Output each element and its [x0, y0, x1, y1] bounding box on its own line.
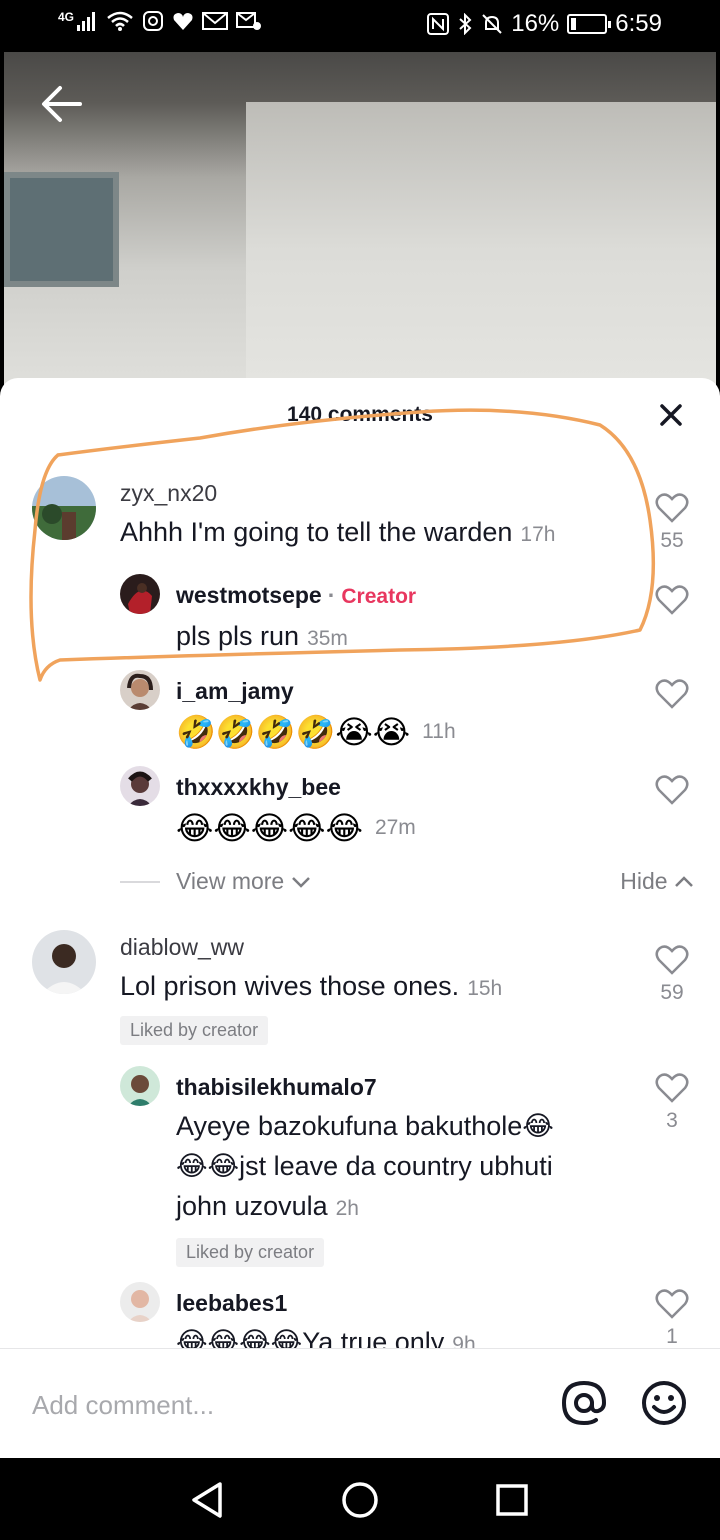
reply-username[interactable]: thxxxxkhy_bee	[176, 774, 341, 801]
like-count: 1	[666, 1325, 678, 1348]
clock: 6:59	[615, 10, 662, 37]
heart-icon	[655, 775, 689, 805]
reply-time: 9h	[452, 1333, 476, 1348]
avatar-i-am-jamy[interactable]	[120, 670, 160, 710]
reply-username[interactable]: i_am_jamy	[176, 678, 294, 705]
like-count: 59	[660, 981, 684, 1004]
heart-icon	[655, 1289, 689, 1319]
system-nav-bar	[0, 1458, 720, 1540]
reply-time: 35m	[307, 627, 348, 650]
wifi-icon	[107, 11, 133, 31]
recents-square-icon	[496, 1484, 528, 1516]
avatar-westmotsepe[interactable]	[120, 574, 160, 614]
avatar-thxxxxkhy-bee[interactable]	[120, 766, 160, 806]
heart-icon	[655, 585, 689, 615]
comment-text: Lol prison wives those ones. 15h	[120, 971, 503, 1001]
creator-badge: Creator	[341, 585, 417, 608]
mention-button[interactable]	[560, 1379, 608, 1427]
home-circle-icon	[342, 1482, 378, 1518]
battery-icon	[567, 14, 612, 34]
nav-recents-button[interactable]	[490, 1478, 534, 1522]
gmail-icon	[202, 12, 229, 30]
comments-sheet: 140 comments zyx_nx20 Ahhh I'm going to …	[0, 378, 720, 1458]
reply-like-button[interactable]	[649, 678, 695, 715]
reply-text: pls pls run 35m	[176, 621, 348, 651]
back-triangle-icon	[192, 1482, 222, 1518]
at-sign-icon	[561, 1380, 607, 1426]
hide-replies-button[interactable]: Hide	[620, 868, 694, 895]
avatar-zyx-nx20[interactable]	[32, 476, 96, 540]
emoji-button[interactable]	[640, 1379, 688, 1427]
signal-icon	[77, 12, 96, 31]
wall-vent	[4, 172, 119, 287]
reply-emoji-text: 😂😂😂😂😂 27m	[176, 810, 416, 846]
mail-settings-icon	[236, 12, 262, 30]
status-left-icons: 4G	[58, 10, 262, 32]
reply-text: Ayeye bazokufuna bakuthole😂 😂😂jst leave …	[176, 1111, 554, 1221]
avatar-leebabes1[interactable]	[120, 1282, 160, 1322]
comment-time: 17h	[520, 523, 556, 546]
reply-username[interactable]: thabisilekhumalo7	[176, 1074, 377, 1101]
status-bar: 4G 16% 6:59	[0, 0, 720, 52]
status-right-icons: 16% 6:59	[427, 10, 662, 38]
avatar-diablow-ww[interactable]	[32, 930, 96, 994]
reply-like-button[interactable]: 3	[649, 1072, 695, 1133]
chevron-down-icon	[291, 877, 310, 888]
view-more-replies-button[interactable]: View more	[176, 868, 311, 895]
liked-by-creator-badge: Liked by creator	[120, 1016, 269, 1045]
like-count: 3	[666, 1109, 678, 1132]
add-comment-input[interactable]	[32, 1385, 512, 1425]
back-button[interactable]	[40, 82, 90, 132]
chevron-up-icon	[675, 876, 693, 887]
comment-username[interactable]: zyx_nx20	[120, 480, 217, 507]
mute-bell-icon	[482, 14, 502, 34]
like-button[interactable]: 55	[649, 492, 695, 553]
reply-like-button[interactable]: 1	[649, 1288, 695, 1348]
reply-like-button[interactable]	[649, 584, 695, 621]
nfc-icon	[427, 13, 450, 35]
comment-input-bar	[0, 1348, 720, 1458]
view-more-divider	[120, 881, 160, 883]
comment-time: 15h	[467, 977, 503, 1000]
video-player[interactable]	[4, 52, 716, 412]
comment-text: Ahhh I'm going to tell the warden 17h	[120, 517, 556, 547]
avatar-thabisilekhumalo7[interactable]	[120, 1066, 160, 1106]
network-type: 4G	[58, 10, 75, 24]
heart-icon	[655, 493, 689, 523]
reply-emoji-text: 🤣🤣🤣🤣😭😭 11h	[176, 714, 456, 750]
heart-status-icon	[173, 13, 193, 30]
comments-list[interactable]: zyx_nx20 Ahhh I'm going to tell the ward…	[0, 378, 720, 1348]
reply-username[interactable]: westmotsepe · Creator	[176, 582, 416, 609]
instagram-icon	[143, 11, 164, 31]
comment-username[interactable]: diablow_ww	[120, 934, 244, 961]
reply-username[interactable]: leebabes1	[176, 1290, 287, 1317]
bluetooth-icon	[459, 13, 472, 35]
reply-text: 😂😂😂😂Ya true only 9h	[176, 1322, 476, 1348]
arrow-left-icon	[42, 86, 82, 122]
liked-by-creator-badge: Liked by creator	[176, 1238, 325, 1267]
emoji-icon	[642, 1381, 686, 1425]
like-button[interactable]: 59	[649, 944, 695, 1005]
nav-home-button[interactable]	[338, 1478, 382, 1522]
heart-icon	[655, 1073, 689, 1103]
reply-time: 27m	[374, 816, 416, 839]
heart-icon	[655, 679, 689, 709]
reply-like-button[interactable]	[649, 774, 695, 811]
battery-percent: 16%	[511, 10, 560, 37]
nav-back-button[interactable]	[186, 1478, 230, 1522]
heart-icon	[655, 945, 689, 975]
reply-time: 2h	[335, 1197, 359, 1220]
like-count: 55	[660, 529, 684, 552]
reply-time: 11h	[422, 720, 456, 743]
